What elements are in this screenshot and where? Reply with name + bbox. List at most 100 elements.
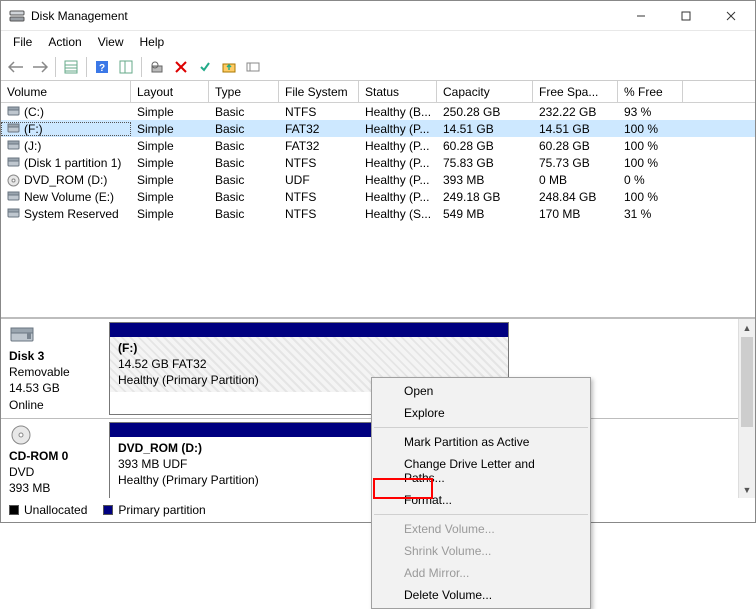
cell-free: 14.51 GB (533, 122, 618, 136)
table-row[interactable]: (C:)SimpleBasicNTFSHealthy (B...250.28 G… (1, 103, 755, 120)
delete-icon[interactable] (170, 56, 192, 78)
col-fs[interactable]: File System (279, 81, 359, 102)
check-icon[interactable] (194, 56, 216, 78)
ctx-change-letter[interactable]: Change Drive Letter and Paths... (372, 453, 590, 489)
table-row[interactable]: (Disk 1 partition 1)SimpleBasicNTFSHealt… (1, 154, 755, 171)
disk-management-window: Disk Management File Action View Help ? … (0, 0, 756, 523)
cell-layout: Simple (131, 105, 209, 119)
back-button[interactable] (5, 56, 27, 78)
titlebar[interactable]: Disk Management (1, 1, 755, 31)
cell-capacity: 393 MB (437, 173, 533, 187)
forward-button[interactable] (29, 56, 51, 78)
partition-name: (F:) (118, 340, 500, 356)
detail-view-button[interactable] (60, 56, 82, 78)
scroll-down-icon[interactable]: ▼ (739, 481, 755, 498)
volume-name: (C:) (24, 105, 44, 119)
list-button[interactable] (115, 56, 137, 78)
ctx-extend: Extend Volume... (372, 518, 590, 540)
col-capacity[interactable]: Capacity (437, 81, 533, 102)
svg-text:?: ? (99, 63, 105, 74)
scroll-thumb[interactable] (741, 337, 753, 427)
cell-free: 232.22 GB (533, 105, 618, 119)
cell-free: 60.28 GB (533, 139, 618, 153)
menubar: File Action View Help (1, 31, 755, 53)
table-row[interactable]: (F:)SimpleBasicFAT32Healthy (P...14.51 G… (1, 120, 755, 137)
cell-status: Healthy (P... (359, 156, 437, 170)
volume-name: (Disk 1 partition 1) (24, 156, 121, 170)
minimize-button[interactable] (618, 2, 663, 30)
cell-fs: FAT32 (279, 139, 359, 153)
menu-file[interactable]: File (5, 33, 40, 51)
toolbar: ? (1, 53, 755, 81)
cell-pfree: 31 % (618, 207, 683, 221)
ctx-delete[interactable]: Delete Volume... (372, 584, 590, 606)
properties-button[interactable] (146, 56, 168, 78)
cell-type: Basic (209, 173, 279, 187)
maximize-button[interactable] (663, 2, 708, 30)
cell-layout: Simple (131, 173, 209, 187)
partition-color-bar (110, 323, 508, 337)
volume-rows[interactable]: (C:)SimpleBasicNTFSHealthy (B...250.28 G… (1, 103, 755, 318)
help-icon[interactable]: ? (91, 56, 113, 78)
cell-status: Healthy (B... (359, 105, 437, 119)
disk-size: 393 MB (9, 480, 101, 496)
settings-icon[interactable] (242, 56, 264, 78)
window-title: Disk Management (31, 9, 618, 23)
cell-capacity: 549 MB (437, 207, 533, 221)
col-free[interactable]: Free Spa... (533, 81, 618, 102)
table-row[interactable]: DVD_ROM (D:)SimpleBasicUDFHealthy (P...3… (1, 171, 755, 188)
ctx-add-mirror: Add Mirror... (372, 562, 590, 584)
cell-layout: Simple (131, 190, 209, 204)
ctx-open[interactable]: Open (372, 380, 590, 402)
volume-name: (F:) (24, 122, 43, 136)
disk-header[interactable]: CD-ROM 0DVD393 MBOnline (1, 419, 109, 498)
cell-pfree: 0 % (618, 173, 683, 187)
scroll-up-icon[interactable]: ▲ (739, 319, 755, 336)
col-volume[interactable]: Volume (1, 81, 131, 102)
cell-pfree: 100 % (618, 122, 683, 136)
cell-status: Healthy (P... (359, 122, 437, 136)
vertical-scrollbar[interactable]: ▲ ▼ (738, 319, 755, 498)
menu-view[interactable]: View (90, 33, 132, 51)
col-status[interactable]: Status (359, 81, 437, 102)
ctx-mark-active[interactable]: Mark Partition as Active (372, 431, 590, 453)
col-type[interactable]: Type (209, 81, 279, 102)
cell-fs: NTFS (279, 105, 359, 119)
cell-capacity: 250.28 GB (437, 105, 533, 119)
app-icon (9, 8, 25, 24)
col-pfree[interactable]: % Free (618, 81, 683, 102)
volume-icon (7, 208, 20, 219)
volume-name: DVD_ROM (D:) (24, 173, 107, 187)
volume-icon (7, 106, 20, 117)
table-row[interactable]: System ReservedSimpleBasicNTFSHealthy (S… (1, 205, 755, 222)
cell-layout: Simple (131, 156, 209, 170)
close-button[interactable] (708, 2, 753, 30)
table-row[interactable]: New Volume (E:)SimpleBasicNTFSHealthy (P… (1, 188, 755, 205)
cell-status: Healthy (S... (359, 207, 437, 221)
menu-action[interactable]: Action (40, 33, 89, 51)
ctx-format[interactable]: Format... (372, 489, 590, 511)
folder-up-icon[interactable] (218, 56, 240, 78)
col-spacer (683, 81, 755, 102)
disk-name: CD-ROM 0 (9, 448, 101, 464)
volume-icon (7, 191, 20, 202)
cell-fs: NTFS (279, 190, 359, 204)
ctx-shrink: Shrink Volume... (372, 540, 590, 562)
cell-free: 0 MB (533, 173, 618, 187)
col-layout[interactable]: Layout (131, 81, 209, 102)
legend-unallocated-swatch (9, 505, 19, 515)
legend-primary-swatch (103, 505, 113, 515)
cell-status: Healthy (P... (359, 139, 437, 153)
cell-layout: Simple (131, 207, 209, 221)
partition-info: 14.52 GB FAT32 (118, 356, 500, 372)
disk-size: 14.53 GB (9, 380, 101, 396)
ctx-explore[interactable]: Explore (372, 402, 590, 424)
cell-type: Basic (209, 156, 279, 170)
cell-fs: FAT32 (279, 122, 359, 136)
table-row[interactable]: (J:)SimpleBasicFAT32Healthy (P...60.28 G… (1, 137, 755, 154)
menu-help[interactable]: Help (132, 33, 173, 51)
cell-pfree: 100 % (618, 156, 683, 170)
disk-name: Disk 3 (9, 348, 101, 364)
disk-header[interactable]: Disk 3Removable14.53 GBOnline (1, 319, 109, 418)
disk-type: DVD (9, 464, 101, 480)
